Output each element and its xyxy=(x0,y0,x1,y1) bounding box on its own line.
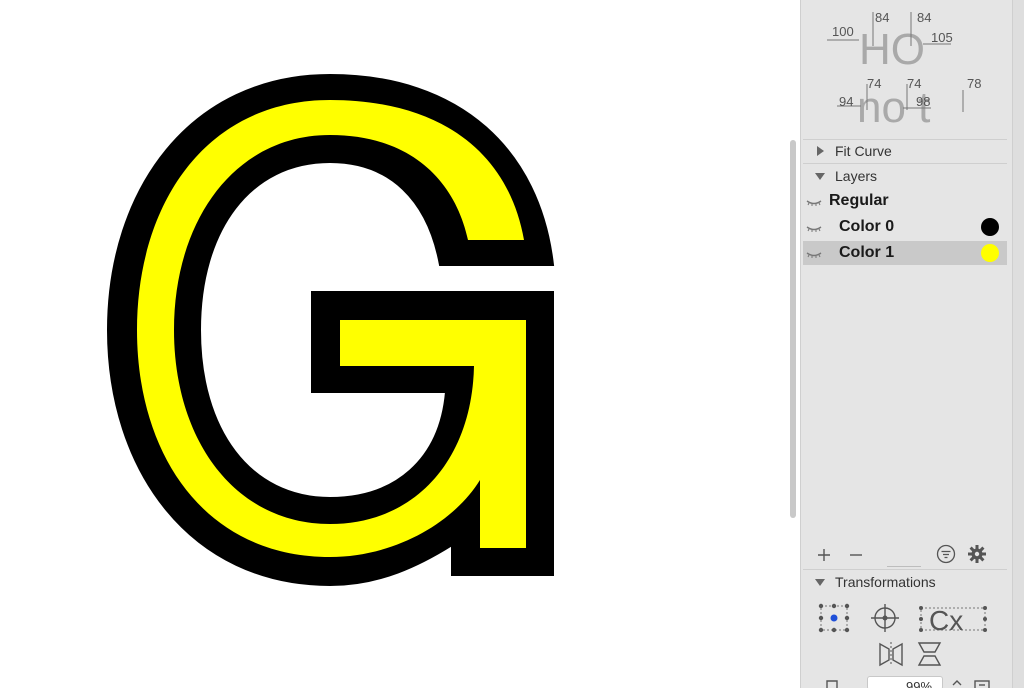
sidebar-panel: HO 100 84 84 105 no t 94 74 74 98 78 Fit… xyxy=(800,0,1024,688)
transformations-label: Transformations xyxy=(835,574,936,590)
transform-text-tool-icon[interactable]: Cx xyxy=(917,602,989,636)
stepper-icon[interactable] xyxy=(951,678,963,688)
scale-value: 99% xyxy=(906,679,933,688)
crosshair-icon[interactable] xyxy=(869,602,901,634)
layers-label: Layers xyxy=(835,168,878,184)
metric-value: 74 xyxy=(907,76,921,91)
disclosure-expanded-icon[interactable] xyxy=(813,575,827,589)
canvas-scrollbar[interactable] xyxy=(790,140,796,518)
layer-row-regular[interactable]: Regular xyxy=(803,189,1007,213)
layer-label: Color 0 xyxy=(839,218,895,235)
flip-horizontal-icon[interactable] xyxy=(877,640,905,668)
glyph-canvas[interactable] xyxy=(0,0,790,688)
divider xyxy=(803,163,1007,164)
fit-curve-label: Fit Curve xyxy=(835,143,892,159)
metric-value: 105 xyxy=(931,30,953,45)
metrics-row1-text: HO xyxy=(859,25,925,74)
metric-value: 94 xyxy=(839,94,853,109)
toolbar-divider xyxy=(887,566,921,567)
transform-tool-text: Cx xyxy=(929,605,963,636)
flip-vertical-icon[interactable] xyxy=(915,640,943,668)
transformations-section-header[interactable]: Transformations xyxy=(813,571,936,593)
plus-icon[interactable] xyxy=(815,546,833,564)
disclosure-collapsed-icon[interactable] xyxy=(813,144,827,158)
gear-icon[interactable] xyxy=(967,544,987,564)
metric-value: 84 xyxy=(875,10,889,25)
color-swatch-yellow[interactable] xyxy=(981,244,999,262)
glyph-outline-drawing[interactable] xyxy=(0,0,790,688)
disclosure-expanded-icon[interactable] xyxy=(813,169,827,183)
layer-row-color-1[interactable]: Color 1 xyxy=(803,241,1007,265)
layers-section-header[interactable]: Layers xyxy=(813,165,877,187)
fit-curve-section-header[interactable]: Fit Curve xyxy=(813,140,892,162)
metric-value: 98 xyxy=(916,94,930,109)
color-swatch-black[interactable] xyxy=(981,218,999,236)
divider xyxy=(803,569,1007,570)
scale-value-field[interactable]: 99% xyxy=(867,676,943,688)
window-edge xyxy=(1012,0,1024,688)
layer-toolbar xyxy=(801,540,1007,570)
eye-closed-icon[interactable] xyxy=(806,247,822,259)
metric-value: 100 xyxy=(832,24,854,39)
metrics-preview: HO 100 84 84 105 no t 94 74 74 98 78 xyxy=(801,0,1007,138)
scale-reset-icon[interactable] xyxy=(973,678,993,688)
layer-label: Color 1 xyxy=(839,244,895,261)
metric-value: 84 xyxy=(917,10,931,25)
eye-closed-icon[interactable] xyxy=(806,195,822,207)
layer-row-color-0[interactable]: Color 0 xyxy=(803,215,1007,239)
eye-closed-icon[interactable] xyxy=(806,221,822,233)
glyph-g-shape xyxy=(106,73,555,587)
bounding-box-origin-icon[interactable] xyxy=(817,602,851,634)
metric-value: 74 xyxy=(867,76,881,91)
minus-icon[interactable] xyxy=(847,546,865,564)
filter-icon[interactable] xyxy=(936,544,956,564)
layer-label: Regular xyxy=(829,192,889,209)
scale-icon[interactable] xyxy=(823,678,845,688)
metric-value: 78 xyxy=(967,76,981,91)
